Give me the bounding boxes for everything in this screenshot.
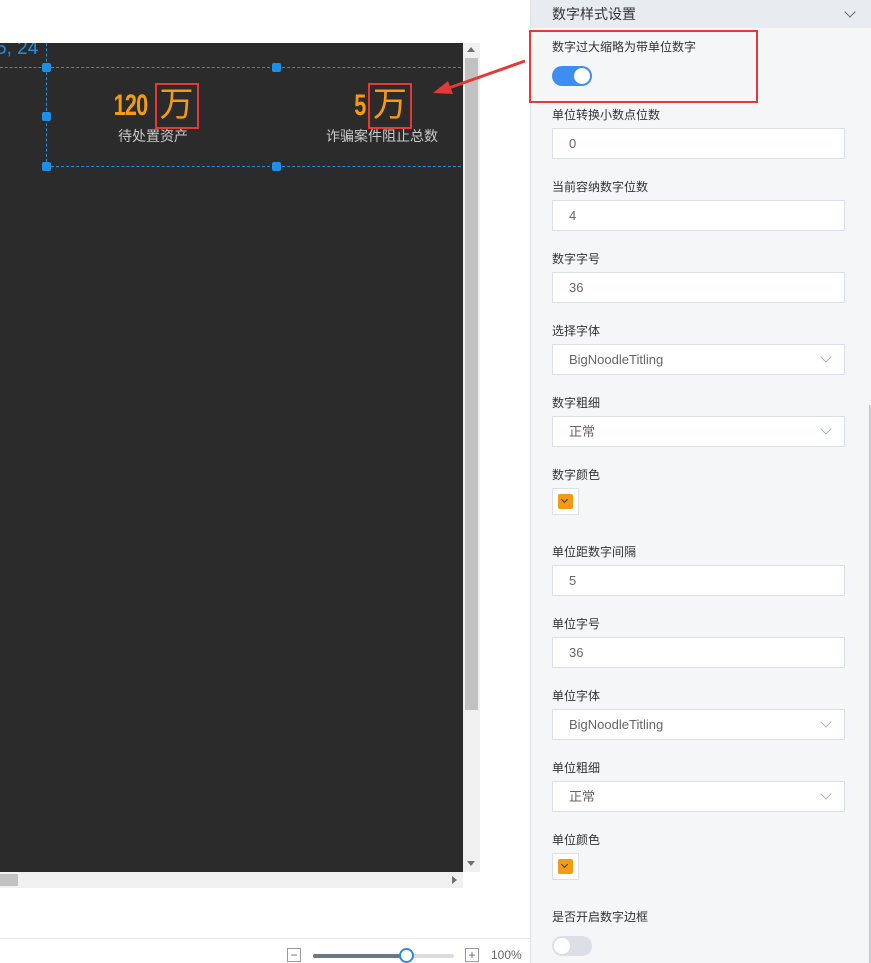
color-swatch-dropdown-icon [558,494,573,509]
resize-handle-top-center[interactable] [272,63,281,72]
kpi-label: 诈骗案件阻止总数 [326,128,438,144]
scroll-down-icon[interactable] [467,861,475,866]
resize-handle-middle-left[interactable] [42,112,51,121]
digit-capacity-label: 当前容纳数字位数 [552,180,649,194]
font-family-select[interactable]: BigNoodleTitling [552,344,845,375]
kpi-value: 5 万 [322,83,442,129]
section-header-number-style[interactable]: 数字样式设置 [531,0,871,28]
chevron-down-icon [820,351,832,363]
zoom-level: 100% [491,948,522,962]
design-stage[interactable]: 5, 24 120 万 待处置资产 5 万 诈骗案件阻止总数 [0,43,463,872]
zoom-bar: − + 100% [0,938,530,963]
zoom-out-button[interactable]: − [287,948,301,962]
chevron-down-icon[interactable] [844,6,856,18]
zoom-in-button[interactable]: + [465,948,479,962]
decimal-places-input[interactable]: 0 [552,128,845,159]
unit-color-picker[interactable] [552,853,579,880]
digit-capacity-input[interactable]: 4 [552,200,845,231]
unit-font-size-input[interactable]: 36 [552,637,845,668]
number-font-size-input[interactable]: 36 [552,272,845,303]
scroll-up-icon[interactable] [467,47,475,52]
canvas-area: 5, 24 120 万 待处置资产 5 万 诈骗案件阻止总数 − + 100% [0,0,530,963]
unit-weight-select[interactable]: 正常 [552,781,845,812]
font-family-label: 选择字体 [552,324,601,338]
coordinate-label: 5, 24 [0,43,39,59]
kpi-value: 120 万 [103,83,203,129]
unit-font-family-label: 单位字体 [552,689,601,703]
kpi-number: 5 [354,89,366,122]
number-weight-label: 数字粗细 [552,396,601,410]
number-color-picker[interactable] [552,488,579,515]
chevron-down-icon [820,788,832,800]
decimal-places-label: 单位转换小数点位数 [552,108,661,122]
unit-weight-label: 单位粗细 [552,761,601,775]
unit-spacing-label: 单位距数字间隔 [552,545,637,559]
scrollbar-thumb[interactable] [465,58,478,710]
number-border-label: 是否开启数字边框 [552,910,649,924]
horizontal-scrollbar[interactable] [0,872,463,888]
guide-line-horizontal [0,67,46,68]
zoom-slider[interactable] [313,954,454,958]
property-panel: 数字样式设置 数字过大缩略为带单位数字 单位转换小数点位数 0 当前容纳数字位数… [530,0,871,963]
kpi-number: 120 [114,89,149,122]
chevron-down-icon [820,716,832,728]
select-value: 正常 [569,789,596,804]
select-value: BigNoodleTitling [569,352,664,367]
scroll-right-icon[interactable] [452,876,457,884]
kpi-label: 待处置资产 [118,128,188,144]
unit-font-size-label: 单位字号 [552,617,601,631]
resize-handle-bottom-left[interactable] [42,162,51,171]
unit-spacing-input[interactable]: 5 [552,565,845,596]
zoom-slider-fill [313,954,407,958]
number-color-label: 数字颜色 [552,468,601,482]
kpi-unit: 万 [154,83,199,129]
section-title: 数字样式设置 [552,6,636,22]
scrollbar-thumb[interactable] [0,874,18,886]
kpi-card[interactable]: 120 万 待处置资产 [103,83,203,146]
number-weight-select[interactable]: 正常 [552,416,845,447]
unit-color-label: 单位颜色 [552,833,601,847]
kpi-unit: 万 [367,83,412,129]
chevron-down-icon [820,423,832,435]
color-swatch-dropdown-icon [558,859,573,874]
resize-handle-top-left[interactable] [42,63,51,72]
resize-handle-bottom-center[interactable] [272,162,281,171]
callout-arrow-icon [433,59,526,94]
number-font-size-label: 数字字号 [552,252,601,266]
annotation-highlight-box [529,30,758,103]
number-border-toggle[interactable] [552,936,592,956]
toggle-knob [554,938,570,954]
zoom-slider-handle[interactable] [398,948,414,963]
kpi-card[interactable]: 5 万 诈骗案件阻止总数 [322,83,442,146]
select-value: BigNoodleTitling [569,717,664,732]
vertical-scrollbar[interactable] [463,43,480,872]
unit-font-family-select[interactable]: BigNoodleTitling [552,709,845,740]
select-value: 正常 [569,424,596,439]
